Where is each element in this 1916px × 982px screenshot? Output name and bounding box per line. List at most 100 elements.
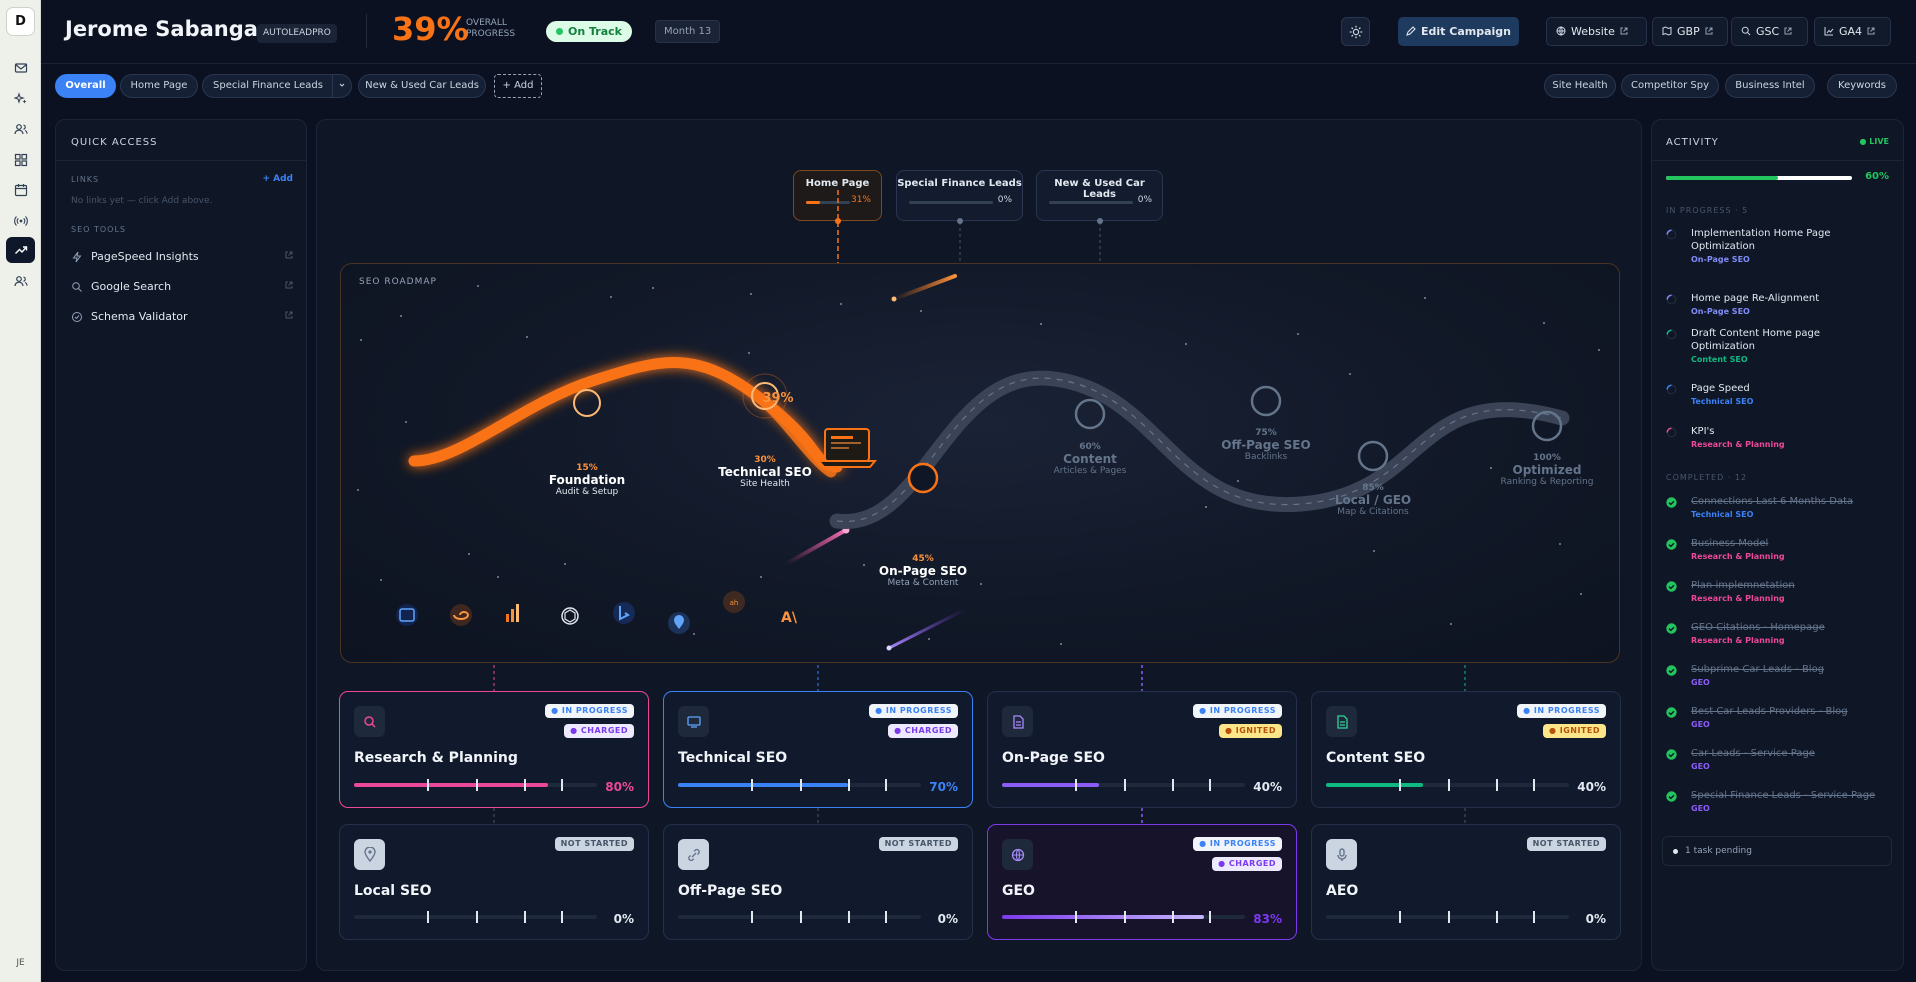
card-progress-bar [678, 911, 921, 923]
check-circle-icon [1666, 791, 1677, 802]
card-title: Technical SEO [678, 750, 788, 766]
card-progress-bar [678, 779, 921, 791]
milestone-pct: 85% [1362, 483, 1384, 493]
card-title: Content SEO [1326, 750, 1426, 766]
monitor-icon [678, 706, 709, 737]
external-link-icon [285, 281, 293, 289]
card-research-planning[interactable]: Research & Planning ● IN PROGRESS ● CHARGE… [339, 691, 649, 808]
activity-item-completed[interactable]: Subprime Car Leads - Blog GEO [1666, 663, 1886, 687]
gsc-link[interactable]: GSC [1731, 17, 1808, 46]
ga4-link[interactable]: GA4 [1814, 17, 1891, 46]
activity-tag: On-Page SEO [1691, 307, 1750, 316]
website-link[interactable]: Website [1546, 17, 1647, 46]
tab-site-health[interactable]: Site Health [1544, 74, 1616, 98]
spinner-icon [1666, 384, 1677, 395]
milestone-marker-local-geo[interactable] [1357, 440, 1389, 472]
activity-item[interactable]: Page Speed Technical SEO [1666, 382, 1886, 406]
tool-pagespeed-insights[interactable]: PageSpeed Insights [71, 247, 293, 267]
card-progress-value: 40% [1253, 780, 1282, 794]
activity-item-completed[interactable]: Connections Last 6 Months Data Technical … [1666, 495, 1886, 519]
team-icon[interactable] [6, 268, 35, 294]
tab-special-finance-leads[interactable]: Special Finance Leads [202, 74, 334, 98]
calendar-icon[interactable] [6, 177, 35, 203]
trending-up-icon[interactable] [6, 237, 35, 263]
activity-tag: Research & Planning [1691, 636, 1785, 645]
add-link-button[interactable]: + Add [262, 174, 293, 184]
activity-item-completed[interactable]: Car Leads - Service Page GEO [1666, 747, 1886, 771]
milestone-content: 60% Content Articles & Pages [1030, 442, 1150, 476]
milestone-pct: 45% [912, 554, 934, 564]
card-progress-value: 83% [1253, 912, 1282, 926]
card-geo[interactable]: GEO ● IN PROGRESS ● CHARGED 83% [987, 824, 1297, 940]
progress-tick [1532, 779, 1535, 791]
user-initials[interactable]: JE [0, 958, 41, 968]
divider [366, 14, 367, 48]
card-off-page-seo[interactable]: Off-Page SEO NOT STARTED 0% [663, 824, 973, 940]
tool-schema-validator[interactable]: Schema Validator [71, 307, 293, 327]
tab-menu-button[interactable] [332, 74, 352, 98]
activity-item[interactable]: Implementation Home Page Optimization On-… [1666, 227, 1886, 264]
edit-campaign-button[interactable]: Edit Campaign [1398, 17, 1519, 46]
activity-item-completed[interactable]: Best Car Leads Providers - Blog GEO [1666, 705, 1886, 729]
milestone-marker-foundation[interactable] [573, 389, 601, 417]
sparkle-icon[interactable] [6, 86, 35, 112]
activity-item[interactable]: KPI's Research & Planning [1666, 425, 1886, 449]
charge-badge: ● CHARGED [564, 724, 634, 738]
tab-competitor-spy[interactable]: Competitor Spy [1621, 74, 1719, 98]
card-content-seo[interactable]: Content SEO ● IN PROGRESS ● IGNITED 40% [1311, 691, 1621, 808]
tab-overall[interactable]: Overall [55, 74, 116, 98]
external-link-icon [1620, 27, 1628, 35]
gbp-link[interactable]: GBP [1652, 17, 1728, 46]
mail-icon[interactable] [6, 55, 35, 81]
status-badge: On Track [546, 21, 632, 42]
milestone-marker-content[interactable] [1074, 398, 1106, 430]
theme-toggle-button[interactable] [1341, 17, 1370, 46]
activity-item-completed[interactable]: Plan implemnetation Research & Planning [1666, 579, 1886, 603]
grid-icon[interactable] [6, 147, 35, 173]
milestone-sub: Backlinks [1244, 452, 1288, 462]
milestone-title: Off-Page SEO [1221, 438, 1311, 452]
add-tab-button[interactable]: + Add [494, 74, 542, 98]
external-link-icon [1784, 27, 1792, 35]
progress-tick [750, 911, 753, 923]
tab-home-page[interactable]: Home Page [120, 74, 198, 98]
check-circle-icon [1666, 539, 1677, 550]
activity-task: KPI's [1691, 426, 1715, 437]
milestone-marker-off-page-seo[interactable] [1250, 385, 1282, 417]
app-logo[interactable]: D [6, 7, 35, 36]
progress-tick [1532, 911, 1535, 923]
card-local-seo[interactable]: Local SEO NOT STARTED 0% [339, 824, 649, 940]
milestone-title: Content [1063, 452, 1117, 466]
tab-keywords[interactable]: Keywords [1827, 74, 1897, 98]
activity-tag: Research & Planning [1691, 552, 1785, 561]
milestone-marker-on-page-seo[interactable] [907, 462, 939, 494]
card-progress-value: 40% [1577, 780, 1606, 794]
activity-item[interactable]: Draft Content Home page Optimization Cont… [1666, 327, 1886, 364]
activity-item-completed[interactable]: Business Model Research & Planning [1666, 537, 1886, 561]
app: D JE Jerome Sabangan AUTOLEADPRO 39% OVE… [0, 0, 1916, 982]
microphone-icon [1326, 839, 1357, 870]
card-title: AEO [1326, 883, 1359, 899]
broadcast-icon[interactable] [6, 208, 35, 234]
card-technical-seo[interactable]: Technical SEO ● IN PROGRESS ● CHARGED 70% [663, 691, 973, 808]
activity-task: Connections Last 6 Months Data [1691, 496, 1854, 507]
card-on-page-seo[interactable]: On-Page SEO ● IN PROGRESS ● IGNITED 40% [987, 691, 1297, 808]
pending-tasks[interactable]: 1 task pending [1662, 836, 1892, 866]
card-aeo[interactable]: AEO NOT STARTED 0% [1311, 824, 1621, 940]
tool-google-search[interactable]: Google Search [71, 277, 293, 297]
status-dot-icon [556, 28, 563, 35]
header: Jerome Sabangan AUTOLEADPRO 39% OVERALL … [41, 0, 1916, 64]
card-progress-value: 0% [937, 912, 958, 926]
activity-item-completed[interactable]: Special Finance Leads - Service Page GEO [1666, 789, 1886, 813]
tab-business-intel[interactable]: Business Intel [1725, 74, 1815, 98]
users-icon[interactable] [6, 116, 35, 142]
card-progress-value: 0% [1585, 912, 1606, 926]
milestone-pct: 100% [1533, 453, 1561, 463]
activity-item[interactable]: Home page Re-Alignment On-Page SEO [1666, 292, 1886, 316]
gbp-label: GBP [1677, 25, 1700, 38]
tab-new-used-car-leads[interactable]: New & Used Car Leads [358, 74, 486, 98]
activity-item-completed[interactable]: GEO Citations - Homepage Research & Plann… [1666, 621, 1886, 645]
status-badge: ● IN PROGRESS [1193, 837, 1282, 851]
tool-label: PageSpeed Insights [91, 250, 199, 263]
laptop-icon [816, 428, 878, 468]
